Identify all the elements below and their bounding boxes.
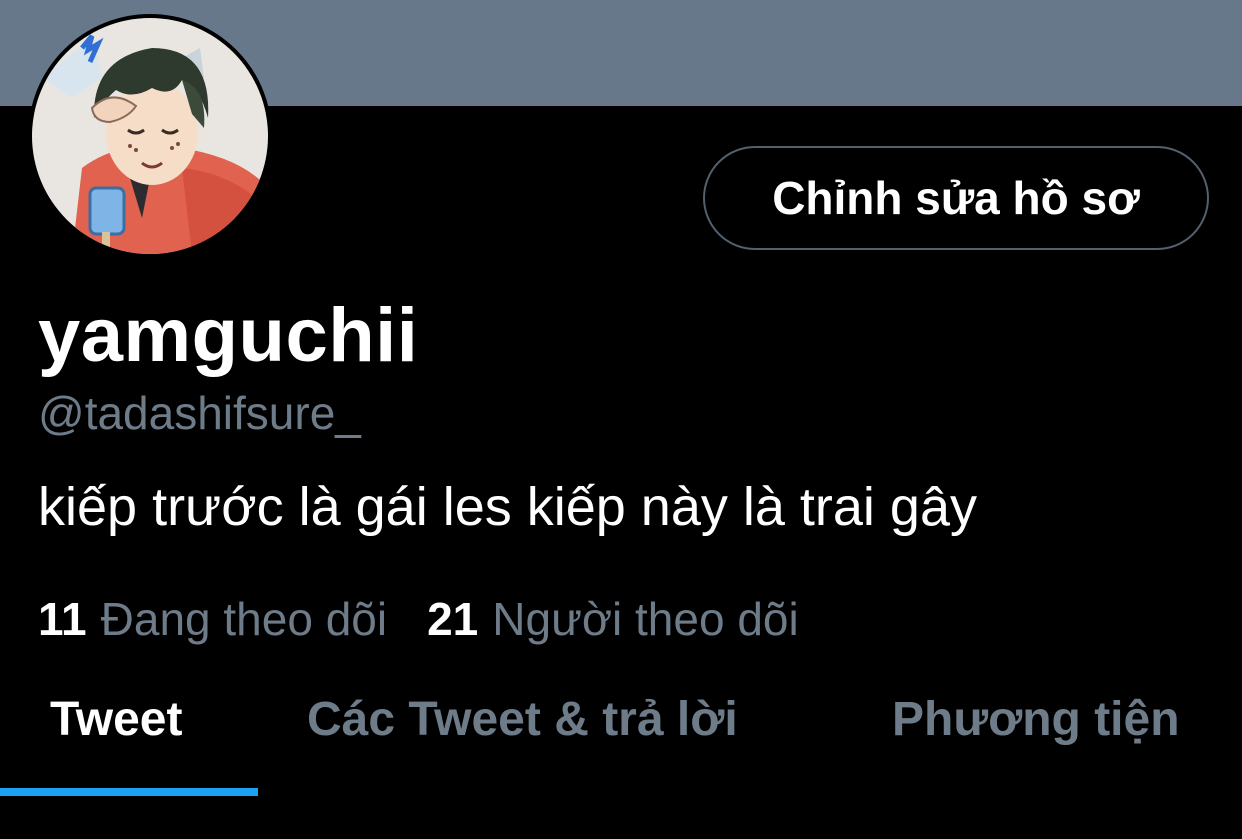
- followers-count: 21: [427, 593, 479, 645]
- profile-tabs: Tweet Các Tweet & trả lời Phương tiện: [0, 690, 1242, 800]
- followers-stat[interactable]: 21 Người theo dõi: [427, 596, 799, 642]
- following-count: 11: [38, 593, 87, 645]
- following-label: Đang theo dõi: [100, 593, 388, 645]
- tab-tweets[interactable]: Tweet: [50, 696, 182, 744]
- tab-media[interactable]: Phương tiện: [892, 696, 1180, 744]
- following-stat[interactable]: 11 Đang theo dõi: [38, 596, 387, 642]
- followers-label: Người theo dõi: [492, 593, 799, 645]
- profile-bio: kiếp trước là gái les kiếp này là trai g…: [38, 477, 977, 537]
- display-name: yamguchii: [38, 293, 419, 378]
- profile-stats: 11 Đang theo dõi 21 Người theo dõi: [38, 596, 799, 642]
- tab-tweets-and-replies[interactable]: Các Tweet & trả lời: [307, 696, 738, 744]
- username-handle: @tadashifsure_: [38, 387, 361, 439]
- avatar-image: [32, 18, 268, 254]
- edit-profile-button[interactable]: Chỉnh sửa hồ sơ: [703, 146, 1209, 250]
- profile-avatar[interactable]: [28, 14, 272, 258]
- active-tab-indicator: [0, 788, 258, 796]
